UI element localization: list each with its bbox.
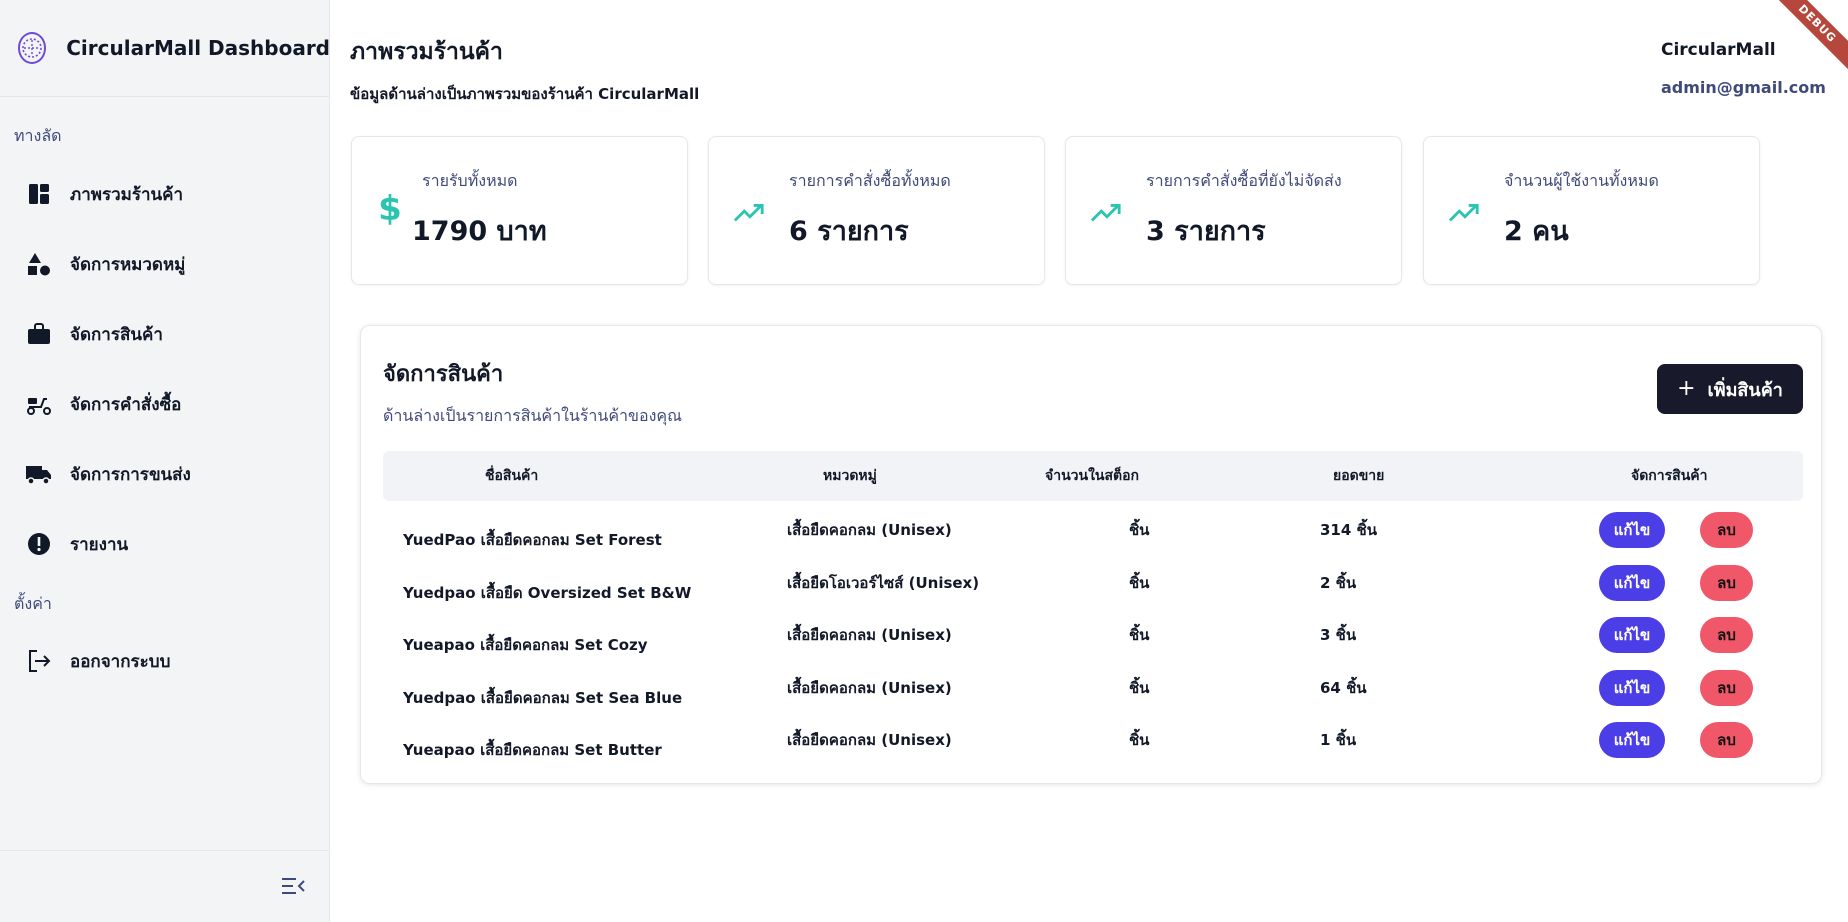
page-title: ภาพรวมร้านค้า bbox=[350, 39, 503, 65]
scooter-icon bbox=[24, 389, 54, 419]
sidebar-item-label: ภาพรวมร้านค้า bbox=[70, 184, 184, 205]
briefcase-icon bbox=[24, 319, 54, 349]
stat-value: 2 คน bbox=[1504, 216, 1569, 247]
table-header: ชื่อสินค้า หมวดหมู่ จำนวนในสต็อก ยอดขาย … bbox=[383, 451, 1803, 501]
sidebar-item-reports[interactable]: รายงาน bbox=[24, 524, 128, 564]
shortcut-section-label: ทางลัด bbox=[14, 126, 62, 145]
product-name: Yueapao เสื้อยืดคอกลม Set Butter bbox=[403, 741, 662, 759]
delete-button[interactable]: ลบ bbox=[1700, 669, 1753, 706]
delete-button[interactable]: ลบ bbox=[1700, 564, 1753, 601]
user-name: CircularMall bbox=[1661, 40, 1776, 60]
product-category: เสื้อยืดคอกลม (Unisex) bbox=[787, 731, 952, 749]
brand-header[interactable]: CircularMall Dashboard bbox=[0, 0, 330, 97]
stat-label: รายการคำสั่งซื้อที่ยังไม่จัดส่ง bbox=[1146, 171, 1342, 190]
add-product-button[interactable]: + เพิ่มสินค้า bbox=[1657, 364, 1803, 414]
column-header-name: ชื่อสินค้า bbox=[485, 468, 539, 484]
table-row: Yuedpao เสื้อยืดคอกลม Set Sea Blue เสื้อย… bbox=[383, 662, 1803, 714]
edit-button[interactable]: แก้ไข bbox=[1599, 722, 1665, 758]
product-name: Yueapao เสื้อยืดคอกลม Set Cozy bbox=[403, 636, 648, 654]
product-stock: ชิ้น bbox=[1129, 678, 1150, 697]
stat-value: 3 รายการ bbox=[1146, 216, 1266, 247]
sidebar-item-label: จัดการคำสั่งซื้อ bbox=[70, 394, 182, 415]
alert-icon bbox=[24, 529, 54, 559]
sidebar-item-label: จัดการการขนส่ง bbox=[70, 464, 191, 485]
sidebar-item-logout[interactable]: ออกจากระบบ bbox=[24, 641, 170, 681]
product-category: เสื้อยืดคอกลม (Unisex) bbox=[787, 626, 952, 644]
dollar-icon: $ bbox=[378, 189, 402, 229]
table-row: YuedPao เสื้อยืดคอกลม Set Forest เสื้อยืด… bbox=[383, 504, 1803, 556]
app-root: CircularMall Dashboard ทางลัด ภาพรวมร้าน… bbox=[0, 0, 1848, 922]
product-category: เสื้อยืดโอเวอร์ไซส์ (Unisex) bbox=[787, 573, 980, 592]
edit-button[interactable]: แก้ไข bbox=[1599, 669, 1665, 706]
stat-value: 1790 บาท bbox=[412, 216, 547, 247]
panel-title: จัดการสินค้า bbox=[383, 362, 504, 387]
trending-up-icon bbox=[1448, 197, 1480, 229]
stat-label: รายการคำสั่งซื้อทั้งหมด bbox=[789, 171, 951, 190]
collapse-menu-icon[interactable] bbox=[280, 875, 308, 899]
table-row: Yueapao เสื้อยืดคอกลม Set Butter เสื้อยืด… bbox=[383, 714, 1803, 766]
settings-section-label: ตั้งค่า bbox=[14, 594, 52, 613]
edit-button[interactable]: แก้ไข bbox=[1599, 617, 1665, 653]
page-subtitle: ข้อมูลด้านล่างเป็นภาพรวมของร้านค้า Circu… bbox=[350, 85, 700, 103]
panel-subtitle: ด้านล่างเป็นรายการสินค้าในร้านค้าของคุณ bbox=[383, 406, 682, 425]
add-product-label: เพิ่มสินค้า bbox=[1707, 379, 1783, 401]
product-sales: 64 ชิ้น bbox=[1320, 678, 1367, 697]
column-header-stock: จำนวนในสต็อก bbox=[1045, 468, 1139, 484]
product-name: Yuedpao เสื้อยืดคอกลม Set Sea Blue bbox=[403, 688, 683, 707]
sidebar-item-categories[interactable]: จัดการหมวดหมู่ bbox=[24, 244, 185, 284]
product-management-panel: จัดการสินค้า ด้านล่างเป็นรายการสินค้าในร… bbox=[360, 325, 1822, 784]
product-stock: ชิ้น bbox=[1129, 521, 1150, 539]
plus-icon: + bbox=[1677, 376, 1696, 401]
sidebar-item-overview[interactable]: ภาพรวมร้านค้า bbox=[24, 174, 183, 214]
edit-button[interactable]: แก้ไข bbox=[1599, 512, 1665, 548]
stat-label: รายรับทั้งหมด bbox=[422, 171, 518, 190]
product-category: เสื้อยืดคอกลม (Unisex) bbox=[787, 678, 952, 697]
stat-card-orders: รายการคำสั่งซื้อทั้งหมด 6 รายการ bbox=[708, 136, 1045, 285]
product-sales: 2 ชิ้น bbox=[1320, 573, 1357, 592]
delete-button[interactable]: ลบ bbox=[1700, 617, 1753, 653]
product-sales: 1 ชิ้น bbox=[1320, 731, 1357, 749]
product-stock: ชิ้น bbox=[1129, 626, 1150, 644]
logout-icon bbox=[24, 646, 54, 676]
trending-up-icon bbox=[733, 197, 765, 229]
stat-label: จำนวนผู้ใช้งานทั้งหมด bbox=[1504, 171, 1659, 190]
stat-card-users: จำนวนผู้ใช้งานทั้งหมด 2 คน bbox=[1423, 136, 1760, 285]
brand-title: CircularMall Dashboard bbox=[66, 36, 330, 60]
user-email: admin@gmail.com bbox=[1661, 78, 1826, 97]
stat-card-revenue: $ รายรับทั้งหมด 1790 บาท bbox=[351, 136, 688, 285]
product-sales: 314 ชิ้น bbox=[1320, 521, 1377, 539]
sidebar-item-label: ออกจากระบบ bbox=[70, 651, 171, 672]
product-name: YuedPao เสื้อยืดคอกลม Set Forest bbox=[403, 531, 662, 549]
sidebar: CircularMall Dashboard ทางลัด ภาพรวมร้าน… bbox=[0, 0, 330, 922]
sidebar-item-label: รายงาน bbox=[70, 534, 129, 555]
table-row: Yueapao เสื้อยืดคอกลม Set Cozy เสื้อยืดคอ… bbox=[383, 609, 1803, 661]
delete-button[interactable]: ลบ bbox=[1700, 512, 1753, 548]
product-sales: 3 ชิ้น bbox=[1320, 626, 1357, 644]
table-row: Yuedpao เสื้อยืด Oversized Set B&W เสื้อย… bbox=[383, 557, 1803, 609]
column-header-actions: จัดการสินค้า bbox=[1631, 468, 1708, 484]
stat-card-pending-orders: รายการคำสั่งซื้อที่ยังไม่จัดส่ง 3 รายการ bbox=[1065, 136, 1402, 285]
product-stock: ชิ้น bbox=[1129, 731, 1150, 749]
edit-button[interactable]: แก้ไข bbox=[1599, 564, 1665, 601]
product-stock: ชิ้น bbox=[1129, 573, 1150, 592]
delete-button[interactable]: ลบ bbox=[1700, 722, 1753, 758]
column-header-sales: ยอดขาย bbox=[1333, 468, 1385, 484]
dashboard-icon bbox=[24, 179, 54, 209]
product-name: Yuedpao เสื้อยืด Oversized Set B&W bbox=[403, 583, 692, 602]
category-shapes-icon bbox=[24, 249, 54, 279]
sidebar-item-products[interactable]: จัดการสินค้า bbox=[24, 314, 163, 354]
debug-banner: DEBUG bbox=[1763, 0, 1848, 78]
sidebar-footer bbox=[0, 850, 330, 922]
stat-value: 6 รายการ bbox=[789, 216, 909, 247]
column-header-category: หมวดหมู่ bbox=[823, 468, 877, 484]
sidebar-item-shipping[interactable]: จัดการการขนส่ง bbox=[24, 454, 191, 494]
truck-icon bbox=[24, 459, 54, 489]
product-category: เสื้อยืดคอกลม (Unisex) bbox=[787, 521, 952, 539]
globe-logo-icon bbox=[18, 32, 47, 64]
trending-up-icon bbox=[1090, 197, 1122, 229]
sidebar-item-label: จัดการสินค้า bbox=[70, 324, 163, 345]
sidebar-item-orders[interactable]: จัดการคำสั่งซื้อ bbox=[24, 384, 181, 424]
sidebar-item-label: จัดการหมวดหมู่ bbox=[70, 254, 186, 275]
